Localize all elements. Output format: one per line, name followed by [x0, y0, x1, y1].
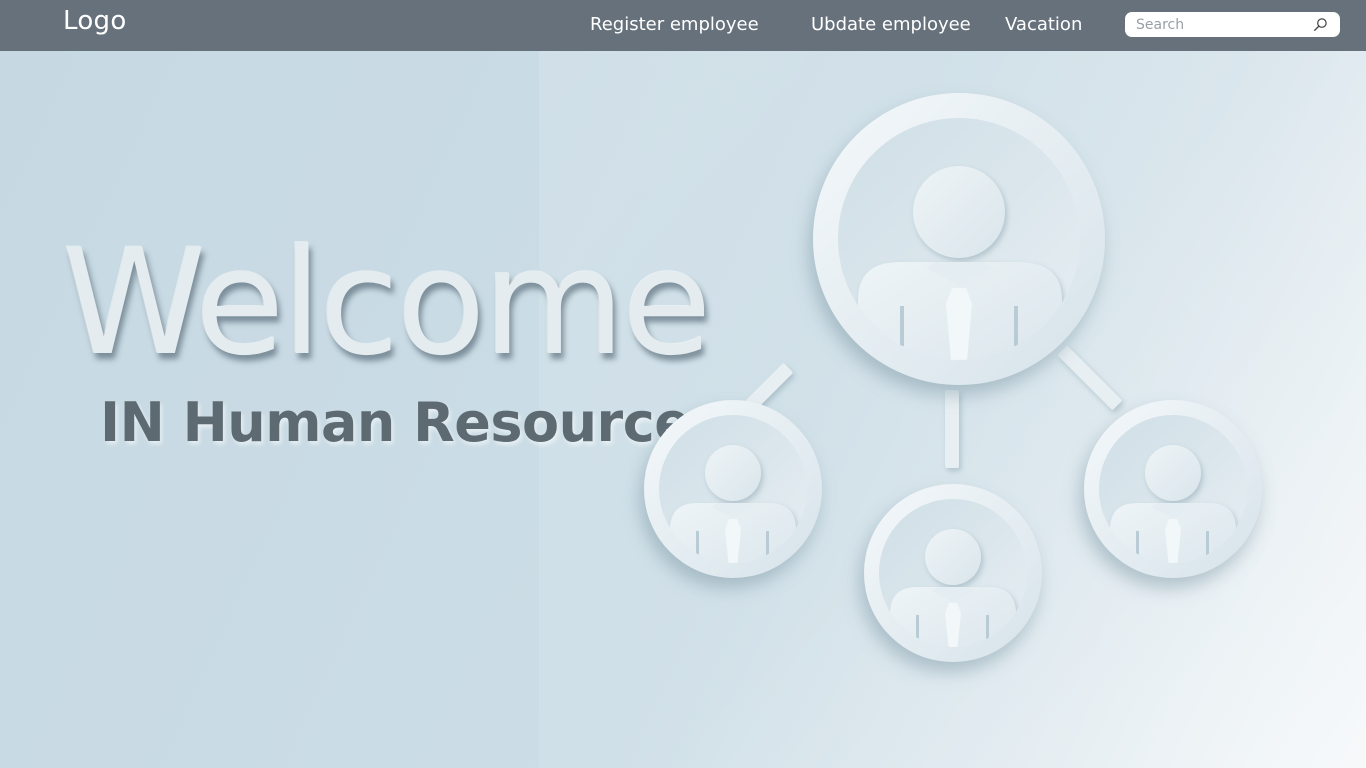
org-chart-people-icon	[644, 93, 1262, 662]
search-box	[1125, 12, 1340, 37]
bottom-person-icon	[864, 484, 1042, 662]
search-input[interactable]	[1125, 12, 1305, 37]
welcome-subtitle: IN Human Resource	[100, 391, 691, 454]
nav-register-employee[interactable]: Register employee	[590, 12, 759, 38]
left-person-icon	[644, 400, 822, 578]
nav-update-employee[interactable]: Ubdate employee	[811, 12, 971, 38]
right-person-icon	[1084, 400, 1262, 578]
logo[interactable]: Logo	[63, 4, 127, 38]
nav-vacation[interactable]: Vacation	[1005, 12, 1082, 38]
top-navbar: Logo Register employee Ubdate employee V…	[0, 0, 1366, 51]
search-icon[interactable]	[1313, 17, 1328, 32]
top-person-icon	[813, 93, 1105, 385]
